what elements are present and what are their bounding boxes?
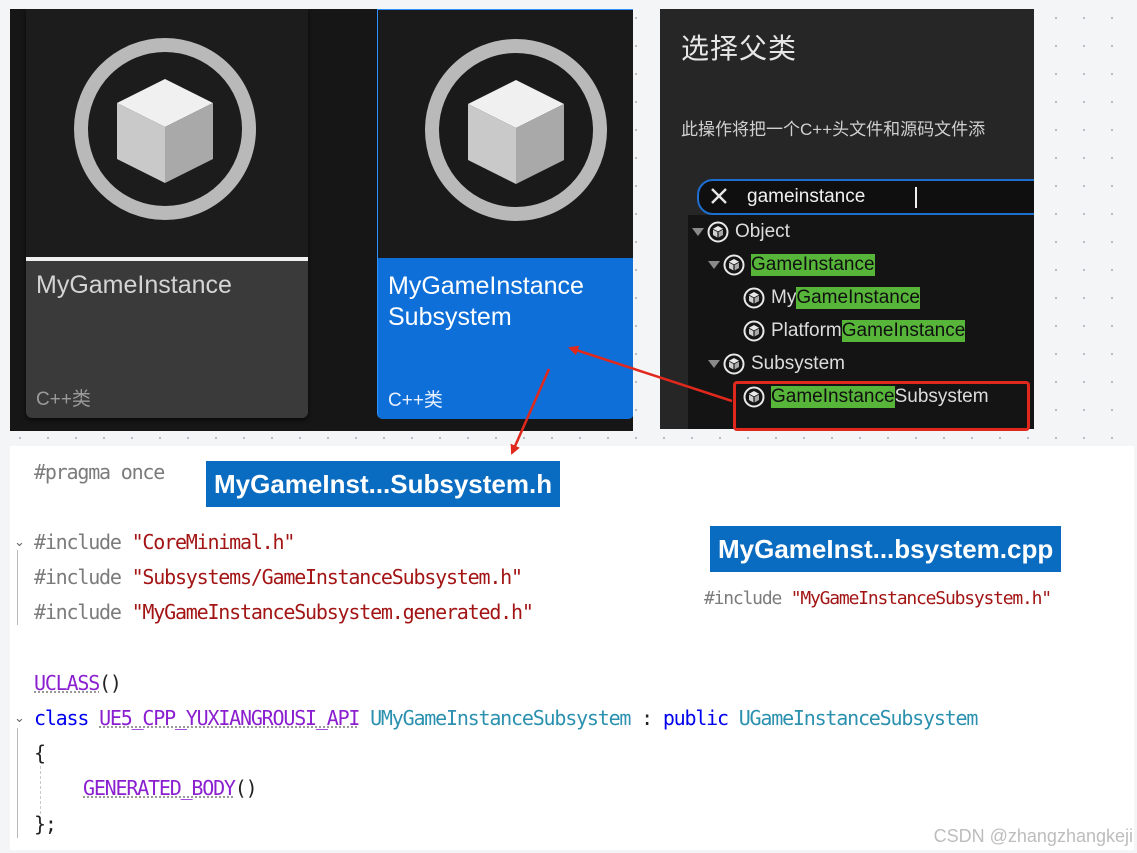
generated-body-macro: GENERATED_BODY [83, 776, 236, 800]
include-directive: #include [34, 600, 122, 624]
tree-item-gameinstance[interactable]: GameInstance [708, 251, 875, 279]
class-cube-icon [743, 287, 765, 309]
open-brace: { [34, 741, 46, 765]
include-line: #include "MyGameInstanceSubsystem.genera… [34, 600, 534, 624]
include-path: "CoreMinimal.h" [131, 530, 296, 554]
code-editor-panel: #pragma once MyGameInst...Subsystem.h ⌄ … [10, 446, 1134, 850]
include-directive: #include [704, 588, 782, 609]
choose-parent-class-dialog: 选择父类 此操作将把一个C++头文件和源码文件添 Object GameInst… [660, 9, 1034, 429]
search-match-highlight: GameInstance [751, 254, 875, 276]
fold-guide [17, 550, 18, 625]
base-class: UGameInstanceSubsystem [738, 706, 979, 730]
tree-item-label: My [771, 287, 797, 308]
cpp-include-line: #include "MyGameInstanceSubsystem.h" [704, 588, 1052, 609]
class-name: UMyGameInstanceSubsystem [370, 706, 631, 730]
colon: : [641, 706, 653, 730]
uclass-line: UCLASS() [34, 671, 122, 695]
asset-type-label: C++类 [388, 390, 443, 411]
class-cube-icon [723, 254, 745, 276]
asset-tile-mygameinstancesubsystem[interactable]: MyGameInstance Subsystem C++类 [377, 9, 633, 419]
fold-guide [17, 728, 18, 838]
selection-callout-box [733, 381, 1030, 431]
watermark: CSDN @zhangzhangkeji [933, 826, 1133, 846]
asset-name-line2: Subsystem [388, 303, 512, 331]
header-file-badge: MyGameInst...Subsystem.h [206, 461, 561, 507]
pragma-line: #pragma once [34, 460, 165, 484]
tree-item-mygameinstance[interactable]: My GameInstance [743, 284, 920, 312]
generated-body-line: GENERATED_BODY() [83, 776, 258, 800]
tree-item-subsystem[interactable]: Subsystem [708, 350, 845, 378]
search-match-highlight: GameInstance [841, 320, 966, 342]
public-keyword: public [662, 706, 729, 730]
class-cube-icon [743, 320, 765, 342]
search-match-highlight: GameInstance [796, 287, 920, 309]
cpp-class-cube-icon [74, 38, 256, 220]
asset-type-label: C++类 [36, 389, 91, 410]
asset-thumbnail [378, 10, 633, 258]
class-cube-icon [707, 221, 729, 243]
clear-search-icon[interactable] [707, 184, 731, 208]
dialog-title: 选择父类 [681, 33, 798, 64]
class-declaration-line: class UE5_CPP_YUXIANGROUSI_API UMyGameIn… [34, 706, 979, 730]
asset-name-line1: MyGameInstance [388, 272, 584, 300]
generated-body-parens: () [234, 776, 258, 800]
tree-item-object[interactable]: Object [692, 218, 790, 246]
expand-arrow-icon[interactable] [708, 261, 720, 269]
cpp-class-cube-icon [425, 39, 607, 221]
asset-thumbnail [26, 9, 308, 257]
close-brace: }; [34, 812, 57, 836]
uclass-parens: () [99, 671, 122, 695]
indent-guide [40, 766, 41, 814]
text-caret [915, 187, 917, 208]
api-macro: UE5_CPP_YUXIANGROUSI_API [99, 706, 360, 730]
tree-item-label: Subsystem [751, 353, 845, 374]
include-path: "Subsystems/GameInstanceSubsystem.h" [131, 565, 523, 589]
expand-arrow-icon[interactable] [692, 228, 704, 236]
include-line: #include "CoreMinimal.h" [34, 530, 296, 554]
expand-arrow-icon[interactable] [708, 360, 720, 368]
class-keyword: class [34, 706, 89, 730]
cpp-file-badge: MyGameInst...bsystem.cpp [710, 526, 1062, 572]
content-browser: MyGameInstance C++类 MyGameInstance Subsy… [10, 9, 633, 431]
class-search-input[interactable] [747, 181, 1034, 213]
class-cube-icon [723, 353, 745, 375]
include-path: "MyGameInstanceSubsystem.h" [790, 588, 1052, 609]
fold-chevron-icon[interactable]: ⌄ [14, 534, 25, 550]
include-line: #include "Subsystems/GameInstanceSubsyst… [34, 565, 523, 589]
uclass-macro: UCLASS [34, 671, 100, 695]
asset-tile-mygameinstance[interactable]: MyGameInstance C++类 [26, 9, 308, 418]
include-directive: #include [34, 565, 122, 589]
tree-item-label: Object [735, 221, 790, 242]
class-search-box[interactable] [697, 179, 1034, 215]
asset-name: MyGameInstance [36, 271, 232, 299]
tree-item-label: Platform [771, 320, 842, 341]
include-path: "MyGameInstanceSubsystem.generated.h" [131, 600, 534, 624]
include-directive: #include [34, 530, 122, 554]
dialog-description: 此操作将把一个C++头文件和源码文件添 [681, 120, 986, 139]
fold-chevron-icon[interactable]: ⌄ [14, 710, 25, 726]
tree-item-platformgameinstance[interactable]: Platform GameInstance [743, 317, 966, 345]
thumbnail-divider [26, 257, 308, 261]
